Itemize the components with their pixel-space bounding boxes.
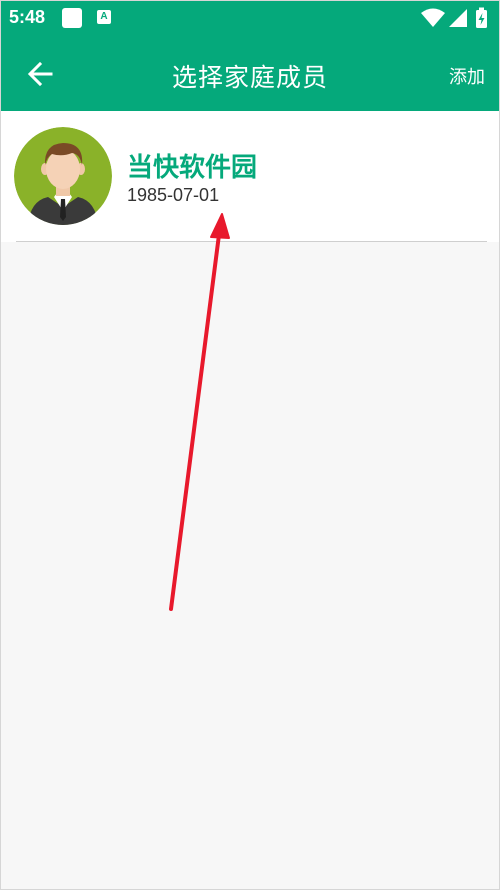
add-member-button[interactable]: 添加 — [449, 63, 485, 89]
battery-icon — [476, 7, 487, 28]
notification-square-icon — [62, 8, 82, 28]
wifi-icon — [421, 8, 445, 27]
divider — [16, 241, 487, 242]
signal-icon — [449, 9, 467, 27]
male-avatar-icon — [14, 127, 112, 225]
app-screen: 5:48 A 选择家庭成员 添加 当快软件园 1985-07-01 — [0, 0, 500, 890]
member-birth-date: 1985-07-01 — [127, 185, 220, 205]
member-list: 当快软件园 1985-07-01 — [1, 111, 499, 242]
list-item[interactable]: 当快软件园 1985-07-01 — [1, 111, 499, 242]
status-time: 5:48 — [9, 7, 46, 27]
status-bar: 5:48 A — [1, 1, 499, 36]
member-name: 当快软件园 — [127, 153, 258, 183]
status-icons — [421, 7, 487, 28]
page-title: 选择家庭成员 — [171, 63, 328, 92]
app-badge-icon: A — [97, 10, 111, 24]
app-bar: 选择家庭成员 添加 — [1, 36, 499, 111]
